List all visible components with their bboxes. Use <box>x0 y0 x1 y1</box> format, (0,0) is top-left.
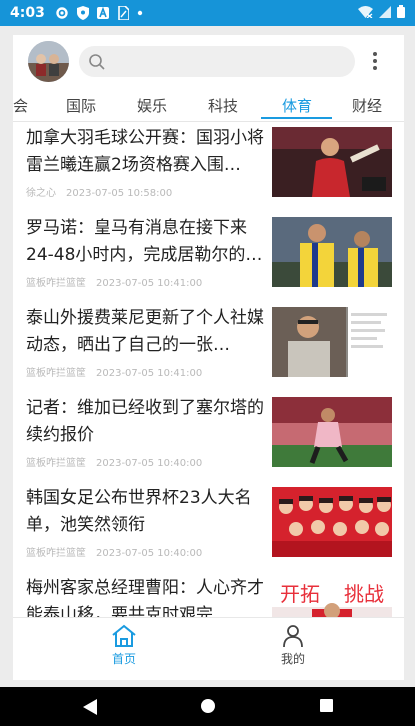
tab-entertainment[interactable]: 娱乐 <box>137 95 167 116</box>
search-icon <box>89 54 105 70</box>
news-source: 篮板咋拦篮筐 <box>26 278 86 289</box>
nav-home-label: 首页 <box>111 652 136 666</box>
tab-partial-hui[interactable]: 会 <box>13 95 28 116</box>
notification-dot-icon <box>137 10 143 16</box>
recent-apps-icon[interactable] <box>320 699 333 712</box>
news-thumbnail <box>272 397 392 467</box>
back-icon[interactable] <box>83 699 97 715</box>
news-source: 篮板咋拦篮筐 <box>26 368 86 379</box>
a-notification-icon <box>96 7 109 19</box>
list-item[interactable]: 罗马诺：皇马有消息在接下来24-48小时内，完成居勒尔的… 篮板咋拦篮筐 2023… <box>13 212 404 302</box>
nav-mine-label: 我的 <box>280 652 305 666</box>
tab-sports[interactable]: 体育 <box>282 95 312 116</box>
thumb-text-2: 挑战 <box>344 582 384 606</box>
news-title: 记者：维加已经收到了塞尔塔的续约报价 <box>26 398 264 445</box>
list-item[interactable]: 梅州客家总经理曹阳：人心齐才能泰山移，要共克时艰完… 开拓 挑战 <box>13 572 404 617</box>
news-title: 梅州客家总经理曹阳：人心齐才能泰山移，要共克时艰完… <box>26 578 264 617</box>
news-meta: 篮板咋拦篮筐 2023-07-05 10:41:00 <box>26 274 202 289</box>
news-date: 2023-07-05 10:41:00 <box>96 278 203 289</box>
news-meta: 篮板咋拦篮筐 2023-07-05 10:40:00 <box>26 544 202 559</box>
news-date: 2023-07-05 10:58:00 <box>66 188 173 199</box>
app-content: 会 国际 娱乐 科技 体育 财经 加拿大羽毛球公开赛：国羽小将雷兰曦连赢2场资格… <box>13 35 404 680</box>
home-icon <box>112 624 136 647</box>
tab-technology[interactable]: 科技 <box>208 95 238 116</box>
home-button-icon[interactable] <box>201 699 215 713</box>
nav-mine[interactable]: 我的 <box>253 624 333 667</box>
news-source: 篮板咋拦篮筐 <box>26 458 86 469</box>
news-title: 韩国女足公布世界杯23人大名单，池笑然领衔 <box>26 488 252 535</box>
news-date: 2023-07-05 10:40:00 <box>96 458 203 469</box>
list-item[interactable]: 韩国女足公布世界杯23人大名单，池笑然领衔 篮板咋拦篮筐 2023-07-05 1… <box>13 482 404 572</box>
news-meta: 徐之心 2023-07-05 10:58:00 <box>26 184 172 199</box>
list-item[interactable]: 加拿大羽毛球公开赛：国羽小将雷兰曦连赢2场资格赛入围… 徐之心 2023-07-0… <box>13 122 404 212</box>
news-thumbnail: 开拓 挑战 <box>272 577 392 617</box>
tab-finance[interactable]: 财经 <box>352 95 382 116</box>
news-thumbnail <box>272 487 392 557</box>
system-navigation-bar <box>0 687 415 726</box>
news-date: 2023-07-05 10:41:00 <box>96 368 203 379</box>
news-thumbnail <box>272 217 392 287</box>
active-tab-indicator <box>261 117 332 119</box>
list-item[interactable]: 泰山外援费莱尼更新了个人社媒动态，晒出了自己的一张… 篮板咋拦篮筐 2023-07… <box>13 302 404 392</box>
signal-icon <box>379 5 391 18</box>
shield-icon <box>76 6 89 20</box>
status-time: 4:03 <box>10 5 45 21</box>
news-title: 泰山外援费莱尼更新了个人社媒动态，晒出了自己的一张… <box>26 308 264 355</box>
more-menu-icon[interactable] <box>369 50 381 74</box>
news-list: 加拿大羽毛球公开赛：国羽小将雷兰曦连赢2场资格赛入围… 徐之心 2023-07-0… <box>13 122 404 617</box>
news-title: 罗马诺：皇马有消息在接下来24-48小时内，完成居勒尔的… <box>26 218 263 265</box>
avatar[interactable] <box>28 41 69 82</box>
news-meta: 篮板咋拦篮筐 2023-07-05 10:40:00 <box>26 454 202 469</box>
news-thumbnail <box>272 307 392 377</box>
user-profile-icon <box>283 625 303 648</box>
news-thumbnail <box>272 127 392 197</box>
news-meta: 篮板咋拦篮筐 2023-07-05 10:41:00 <box>26 364 202 379</box>
search-input[interactable] <box>79 46 355 77</box>
no-sim-icon <box>118 6 129 20</box>
news-title: 加拿大羽毛球公开赛：国羽小将雷兰曦连赢2场资格赛入围… <box>26 128 264 175</box>
wifi-icon <box>358 5 373 18</box>
settings-gear-icon <box>56 7 68 19</box>
bottom-navigation: 首页 我的 <box>13 617 404 680</box>
nav-home[interactable]: 首页 <box>84 624 164 667</box>
tab-international[interactable]: 国际 <box>66 95 96 116</box>
top-bar <box>13 35 404 91</box>
status-bar: 4:03 <box>0 0 415 26</box>
news-date: 2023-07-05 10:40:00 <box>96 548 203 559</box>
thumb-text-1: 开拓 <box>280 582 320 606</box>
battery-icon <box>397 5 405 18</box>
news-source: 徐之心 <box>26 188 56 199</box>
news-source: 篮板咋拦篮筐 <box>26 548 86 559</box>
category-tabs: 会 国际 娱乐 科技 体育 财经 <box>13 91 404 122</box>
list-item[interactable]: 记者：维加已经收到了塞尔塔的续约报价 篮板咋拦篮筐 2023-07-05 10:4… <box>13 392 404 482</box>
